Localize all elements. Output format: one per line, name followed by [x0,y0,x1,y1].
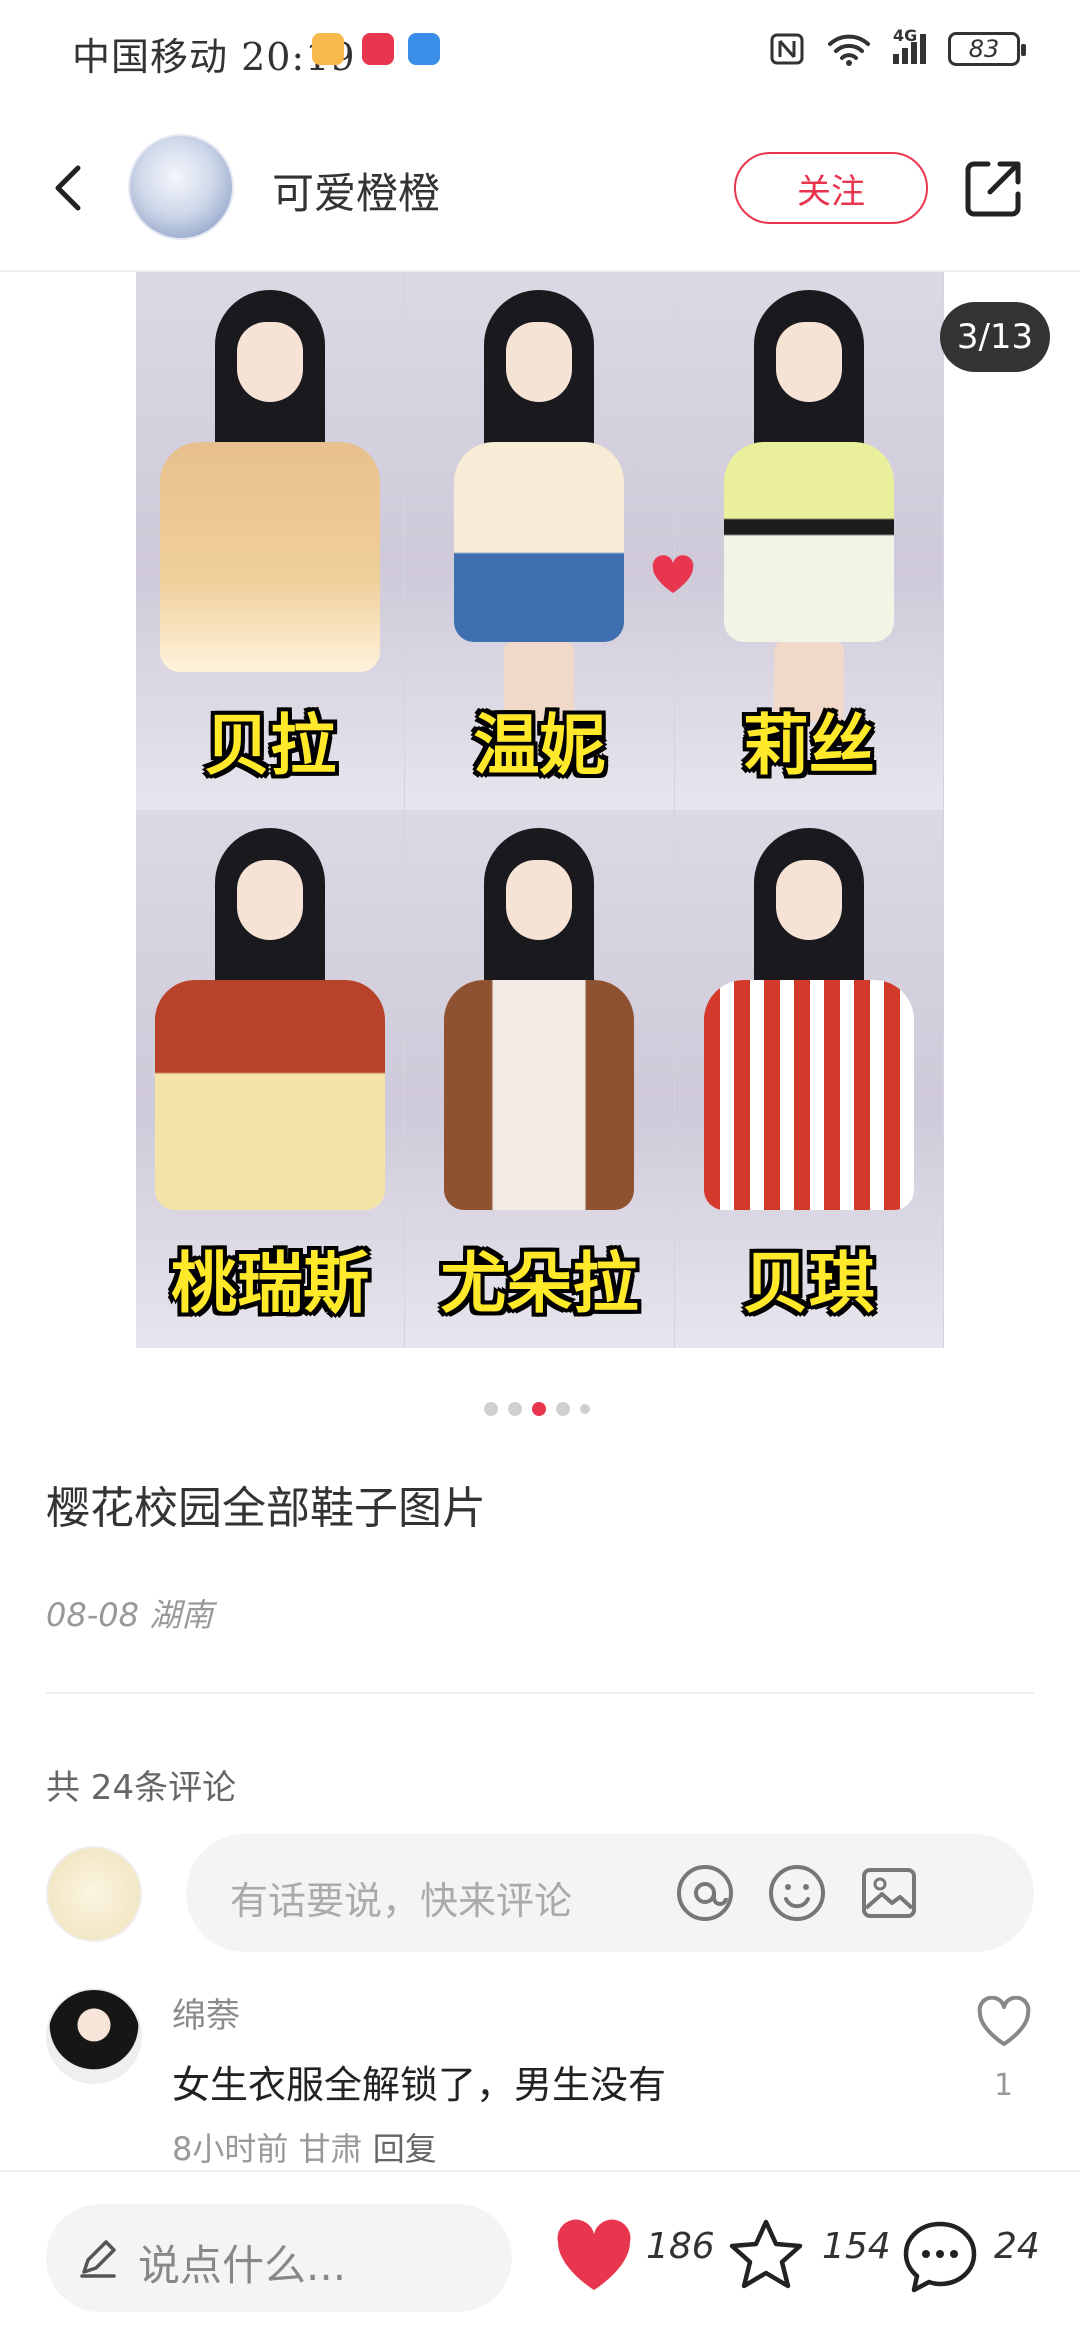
favorite-count: 154 [822,2226,891,2267]
post-image[interactable]: 贝拉 温妮 莉丝 桃瑞斯 尤朵拉 贝琪 [136,272,944,1348]
page-indicator: 3/13 [940,302,1050,372]
status-bar: 中国移动 20:19 4G 83 [0,0,1080,100]
commenter-avatar[interactable] [46,1988,142,2084]
outfit-cell: 贝拉 [136,272,406,810]
comment-count: 24 [994,2226,1040,2267]
post-header: 可爱橙橙 关注 [0,100,1080,272]
pencil-icon [80,2240,116,2278]
comment-bubble-icon[interactable] [900,2216,980,2296]
comments-count: 共 24条评论 [46,1768,237,1808]
nfc-icon [770,33,804,65]
comment-time: 8小时前 [172,2130,289,2168]
notification-cloud-icon [408,33,440,65]
divider [46,1692,1034,1694]
outfit-caption: 桃瑞斯 [171,1245,370,1322]
cellular-signal-icon: 4G [893,26,926,64]
bottom-action-bar: 说点什么... 186 154 24 [0,2170,1080,2340]
wifi-icon [828,34,870,66]
carousel-dots [484,1402,590,1416]
author-name[interactable]: 可爱橙橙 [272,160,440,221]
outfit-caption: 莉丝 [742,707,875,784]
image-icon[interactable] [858,1862,920,1924]
comment-like-count: 1 [994,2068,1014,2103]
comment-input[interactable]: 有话要说，快来评论 [186,1834,1034,1952]
outfit-caption: 贝拉 [204,707,337,784]
comment-text: 女生衣服全解锁了，男生没有 [172,2063,667,2107]
back-arrow-icon[interactable] [40,158,100,218]
comment-input-placeholder: 有话要说，快来评论 [230,1879,573,1923]
outfit-cell: 温妮 [405,272,675,810]
battery-indicator: 83 [948,32,1026,66]
carousel-dot[interactable] [484,1402,498,1416]
comment-like-icon[interactable] [976,1996,1032,2048]
say-something-placeholder: 说点什么... [138,2241,347,2290]
share-icon[interactable] [960,156,1026,222]
outfit-cell: 桃瑞斯 [136,810,406,1348]
reply-button[interactable]: 回复 [373,2130,437,2168]
carousel-dot[interactable] [580,1404,590,1414]
outfit-caption: 贝琪 [742,1245,875,1322]
carousel-dot-active[interactable] [532,1402,546,1416]
outfit-caption: 尤朵拉 [440,1245,639,1322]
status-icons: 4G 83 [769,26,1026,66]
comment-meta: 8小时前 甘肃 回复 [172,2124,437,2170]
network-type: 4G [893,26,918,45]
follow-button[interactable]: 关注 [734,152,928,224]
carousel-dot[interactable] [508,1402,522,1416]
comment-location: 甘肃 [298,2130,363,2168]
post-title: 樱花校园全部鞋子图片 [46,1483,486,1534]
my-avatar [46,1846,142,1942]
heart-sticker-icon [652,555,694,593]
notification-app-icon [312,33,344,65]
mention-icon[interactable] [674,1862,736,1924]
author-avatar[interactable] [128,134,234,240]
notification-app-icon [362,33,394,65]
outfit-cell: 贝琪 [674,810,944,1348]
say-something-input[interactable]: 说点什么... [46,2204,512,2312]
like-heart-icon[interactable] [552,2216,636,2296]
emoji-icon[interactable] [766,1862,828,1924]
like-count: 186 [646,2226,715,2267]
carousel-dot[interactable] [556,1402,570,1416]
outfit-cell: 莉丝 [674,272,944,810]
outfit-cell: 尤朵拉 [405,810,675,1348]
outfit-caption: 温妮 [473,707,606,784]
post-date-location: 08-08 湖南 [46,1596,214,1634]
favorite-star-icon[interactable] [726,2216,806,2296]
commenter-name[interactable]: 绵萘 [172,1988,240,2037]
